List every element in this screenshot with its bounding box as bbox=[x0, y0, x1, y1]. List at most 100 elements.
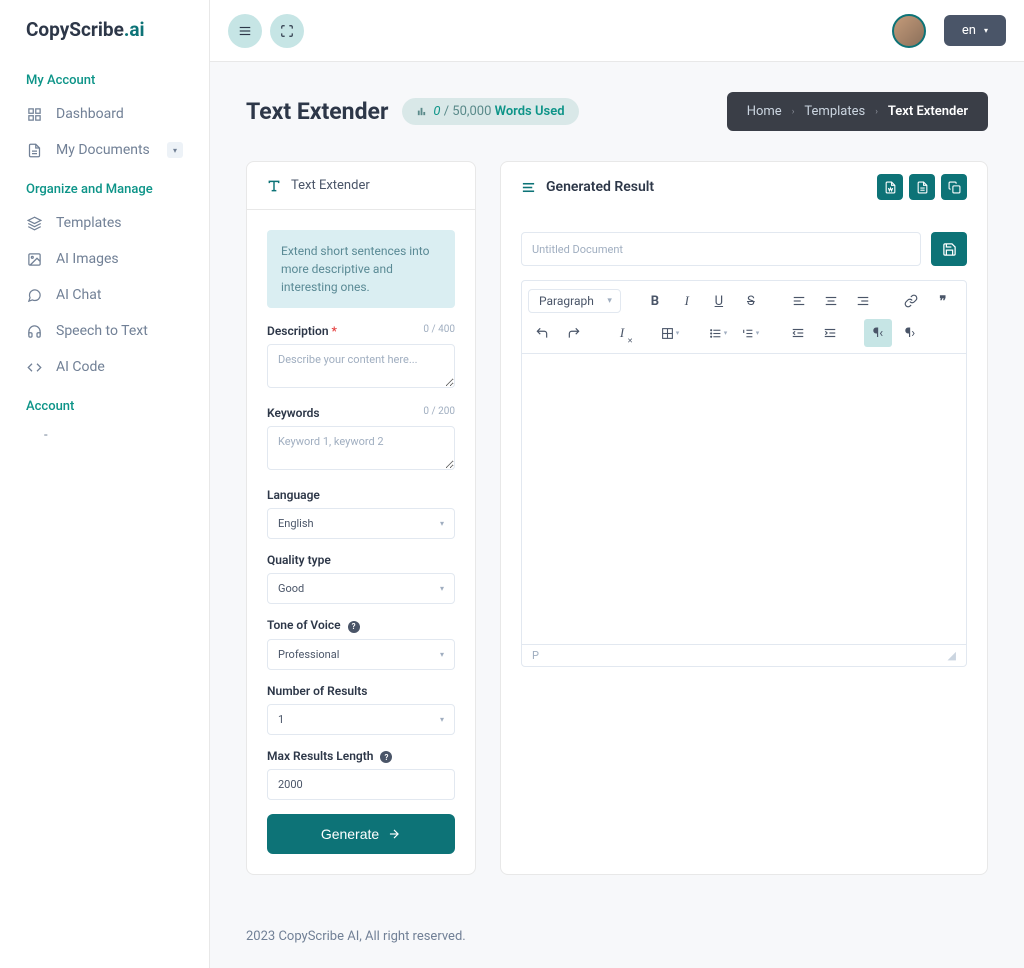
copy-icon bbox=[948, 181, 961, 194]
breadcrumb-home[interactable]: Home bbox=[747, 104, 782, 119]
export-word-button[interactable] bbox=[877, 174, 903, 200]
rtl-button[interactable]: ¶› bbox=[896, 319, 924, 347]
description-input[interactable] bbox=[267, 344, 455, 388]
footer-text: 2023 CopyScribe AI, All right reserved. bbox=[210, 905, 1024, 968]
select-value: Professional bbox=[278, 648, 339, 661]
underline-button[interactable]: U bbox=[705, 287, 733, 315]
undo-icon bbox=[535, 326, 549, 340]
outdent-button[interactable] bbox=[784, 319, 812, 347]
max-length-input[interactable] bbox=[267, 769, 455, 800]
undo-button[interactable] bbox=[528, 319, 556, 347]
result-panel: Generated Result bbox=[500, 161, 988, 875]
ltr-button[interactable]: ¶‹ bbox=[864, 319, 892, 347]
export-txt-button[interactable] bbox=[909, 174, 935, 200]
paragraph-select[interactable]: Paragraph bbox=[528, 289, 621, 313]
sidebar-item-templates[interactable]: Templates bbox=[26, 205, 183, 241]
usage-label: Words Used bbox=[495, 104, 565, 119]
align-right-button[interactable] bbox=[849, 287, 877, 315]
align-left-button[interactable] bbox=[785, 287, 813, 315]
quote-button[interactable]: ❞ bbox=[929, 287, 957, 315]
sidebar-item-documents[interactable]: My Documents ▾ bbox=[26, 132, 183, 168]
indent-button[interactable] bbox=[816, 319, 844, 347]
editor-toolbar: Paragraph B I U S bbox=[522, 281, 966, 354]
rich-editor: Paragraph B I U S bbox=[521, 280, 967, 667]
chevron-down-icon[interactable]: ▾ bbox=[167, 142, 183, 158]
select-value: English bbox=[278, 517, 314, 530]
generate-button[interactable]: Generate bbox=[267, 814, 455, 854]
menu-icon bbox=[238, 24, 252, 38]
bold-button[interactable]: B bbox=[641, 287, 669, 315]
num-results-select[interactable]: 1▾ bbox=[267, 704, 455, 735]
resize-handle[interactable]: ◢ bbox=[948, 649, 956, 662]
num-results-label: Number of Results bbox=[267, 684, 367, 698]
sidebar-item-code[interactable]: AI Code bbox=[26, 349, 183, 385]
save-button[interactable] bbox=[931, 232, 967, 266]
breadcrumb: Home › Templates › Text Extender bbox=[727, 92, 988, 131]
maximize-icon bbox=[280, 24, 294, 38]
list-number-icon bbox=[741, 327, 754, 340]
lines-icon bbox=[521, 180, 536, 195]
avatar[interactable] bbox=[892, 14, 926, 48]
language-button[interactable]: en ▾ bbox=[944, 15, 1006, 46]
page-title: Text Extender bbox=[246, 98, 388, 125]
chevron-down-icon: ▾ bbox=[984, 26, 988, 35]
chat-icon bbox=[26, 287, 42, 303]
fullscreen-button[interactable] bbox=[270, 14, 304, 48]
sidebar-acc-item[interactable]: - bbox=[26, 422, 183, 449]
select-value: 1 bbox=[278, 713, 284, 726]
select-value: Good bbox=[278, 582, 304, 595]
nav-section-account: My Account bbox=[26, 59, 183, 96]
breadcrumb-current: Text Extender bbox=[888, 104, 968, 119]
breadcrumb-templates[interactable]: Templates bbox=[804, 104, 865, 119]
sidebar-item-chat[interactable]: AI Chat bbox=[26, 277, 183, 313]
language-label: Language bbox=[267, 488, 320, 502]
info-note: Extend short sentences into more descrip… bbox=[267, 230, 455, 308]
redo-button[interactable] bbox=[560, 319, 588, 347]
dashboard-icon bbox=[26, 106, 42, 122]
help-icon[interactable]: ? bbox=[348, 621, 360, 633]
keywords-input[interactable] bbox=[267, 426, 455, 470]
topbar: en ▾ bbox=[210, 0, 1024, 62]
file-text-icon bbox=[916, 181, 929, 194]
sidebar-item-dashboard[interactable]: Dashboard bbox=[26, 96, 183, 132]
logo-suffix: .ai bbox=[124, 18, 145, 41]
editor-content[interactable] bbox=[522, 354, 966, 644]
document-icon bbox=[26, 142, 42, 158]
chevron-right-icon: › bbox=[875, 107, 878, 117]
align-left-icon bbox=[792, 294, 806, 308]
clear-format-button[interactable]: I✕ bbox=[608, 319, 636, 347]
table-icon bbox=[661, 327, 674, 340]
logo[interactable]: CopyScribe.ai bbox=[0, 0, 209, 59]
align-center-button[interactable] bbox=[817, 287, 845, 315]
image-icon bbox=[26, 251, 42, 267]
tone-select[interactable]: Professional ▾ bbox=[267, 639, 455, 670]
sidebar-item-label: Dashboard bbox=[56, 106, 124, 122]
select-value: Paragraph bbox=[539, 294, 594, 308]
sidebar-item-images[interactable]: AI Images bbox=[26, 241, 183, 277]
sidebar-item-label: AI Images bbox=[56, 251, 119, 267]
strike-button[interactable]: S bbox=[737, 287, 765, 315]
result-title: Generated Result bbox=[546, 179, 654, 195]
language-select[interactable]: English▾ bbox=[267, 508, 455, 539]
menu-toggle-button[interactable] bbox=[228, 14, 262, 48]
tone-label: Tone of Voice bbox=[267, 618, 341, 632]
editor-path: P bbox=[532, 649, 539, 662]
chevron-down-icon: ▾ bbox=[440, 715, 444, 724]
bullet-list-button[interactable] bbox=[704, 319, 732, 347]
description-label: Description bbox=[267, 324, 329, 338]
help-icon[interactable]: ? bbox=[380, 751, 392, 763]
chevron-down-icon: ▾ bbox=[440, 650, 444, 659]
document-name-input[interactable] bbox=[521, 232, 921, 266]
input-panel: Text Extender Extend short sentences int… bbox=[246, 161, 476, 875]
logo-brand: CopyScribe bbox=[26, 18, 124, 41]
link-icon bbox=[904, 294, 918, 308]
copy-button[interactable] bbox=[941, 174, 967, 200]
number-list-button[interactable] bbox=[736, 319, 764, 347]
link-button[interactable] bbox=[897, 287, 925, 315]
lang-label: en bbox=[962, 23, 976, 38]
table-button[interactable] bbox=[656, 319, 684, 347]
quality-select[interactable]: Good▾ bbox=[267, 573, 455, 604]
layers-icon bbox=[26, 215, 42, 231]
italic-button[interactable]: I bbox=[673, 287, 701, 315]
sidebar-item-speech[interactable]: Speech to Text bbox=[26, 313, 183, 349]
